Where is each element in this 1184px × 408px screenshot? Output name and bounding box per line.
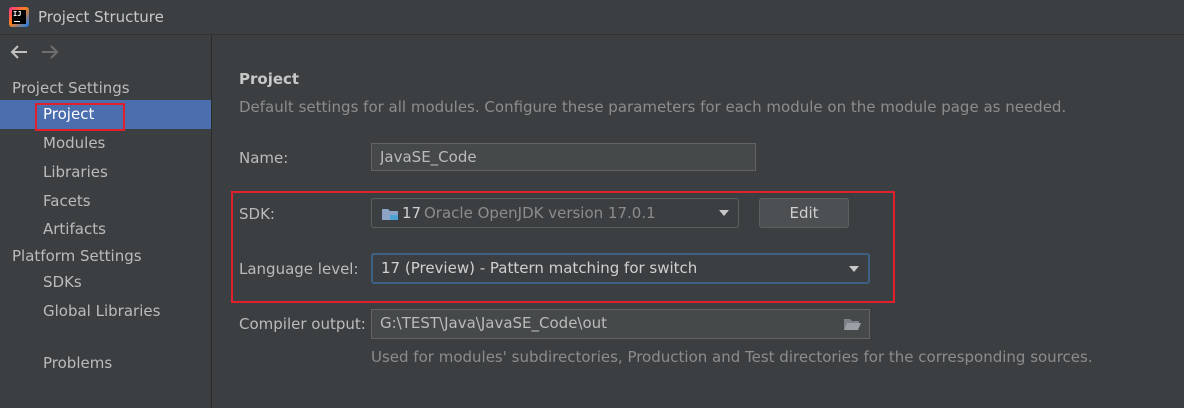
sidebar-item-facets[interactable]: Facets xyxy=(0,187,211,216)
section-title: Project xyxy=(239,70,300,88)
title-bar: IJ Project Structure xyxy=(0,0,1184,35)
sidebar-item-libraries[interactable]: Libraries xyxy=(0,158,211,187)
sidebar-item-sdks[interactable]: SDKs xyxy=(0,268,211,297)
project-name-field[interactable] xyxy=(371,143,756,171)
intellij-app-icon: IJ xyxy=(9,7,29,27)
compiler-output-value: G:\TEST\Java\JavaSE_Code\out xyxy=(380,314,608,332)
project-settings-heading: Project Settings xyxy=(12,79,130,97)
name-label: Name: xyxy=(239,149,289,167)
sidebar: Project Settings Project Modules Librari… xyxy=(0,35,212,408)
compiler-output-field[interactable]: G:\TEST\Java\JavaSE_Code\out xyxy=(371,309,870,339)
annotation-box-project xyxy=(35,103,125,131)
sidebar-item-problems[interactable]: Problems xyxy=(0,349,211,378)
annotation-box-sdk-language xyxy=(231,191,895,303)
arrow-right-icon[interactable] xyxy=(40,43,60,61)
compiler-output-hint: Used for modules' subdirectories, Produc… xyxy=(371,348,1093,366)
section-description: Default settings for all modules. Config… xyxy=(239,98,1067,116)
app-icon-text: IJ xyxy=(13,10,22,18)
platform-settings-heading: Platform Settings xyxy=(12,247,142,265)
arrow-left-icon[interactable] xyxy=(9,43,29,61)
compiler-output-label: Compiler output: xyxy=(239,315,366,333)
sidebar-item-global-libraries[interactable]: Global Libraries xyxy=(0,297,211,326)
folder-browse-icon[interactable] xyxy=(843,317,861,331)
main-panel: Project Default settings for all modules… xyxy=(212,35,1184,408)
window-title: Project Structure xyxy=(38,8,164,26)
sidebar-item-modules[interactable]: Modules xyxy=(0,129,211,158)
sidebar-item-artifacts[interactable]: Artifacts xyxy=(0,215,211,244)
